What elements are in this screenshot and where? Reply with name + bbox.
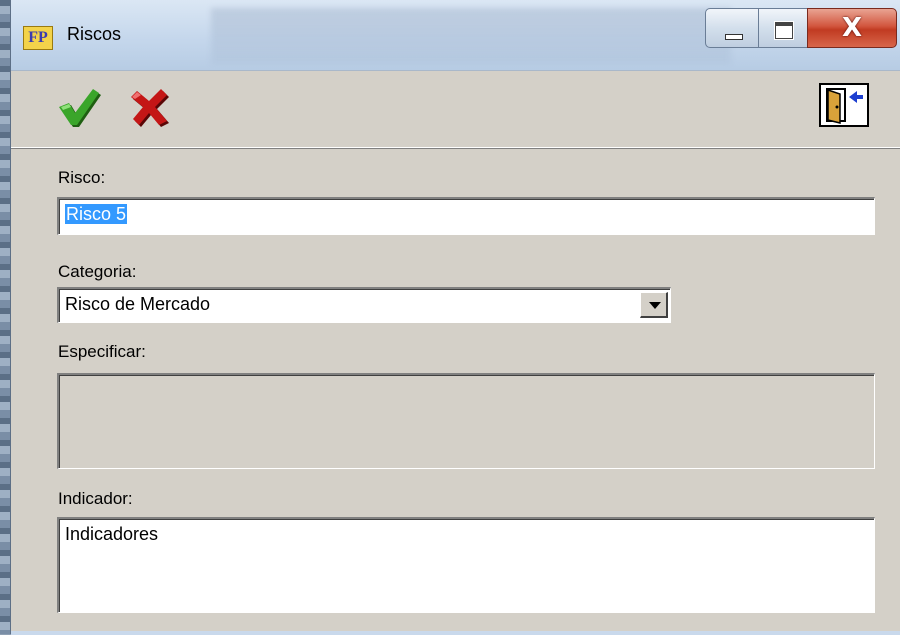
- exit-door-icon: [826, 88, 863, 124]
- riscos-window: FP Riscos X Risco: Risco 5 Categoria: Ri…: [10, 0, 900, 635]
- window-bottom-border: [11, 631, 900, 635]
- cancel-button[interactable]: [129, 85, 175, 131]
- exit-button[interactable]: [819, 83, 869, 127]
- window-title: Riscos: [67, 24, 122, 44]
- x-mark-icon: [131, 89, 169, 127]
- title-bar[interactable]: FP Riscos X: [11, 0, 900, 70]
- confirm-button[interactable]: [55, 85, 105, 131]
- checkmark-icon: [59, 89, 101, 127]
- close-button[interactable]: X: [807, 8, 897, 48]
- toolbar: [11, 71, 900, 147]
- especificar-label: Especificar:: [58, 342, 146, 361]
- minimize-button[interactable]: [705, 8, 759, 48]
- app-icon-text: FP: [28, 29, 48, 46]
- categoria-select[interactable]: Risco de Mercado: [57, 287, 671, 323]
- especificar-textarea: [57, 373, 875, 469]
- risco-value: Risco 5: [65, 204, 128, 224]
- categoria-label: Categoria:: [58, 262, 137, 281]
- maximize-icon: [775, 22, 793, 39]
- maximize-button[interactable]: [758, 8, 808, 48]
- categoria-value: Risco de Mercado: [65, 294, 211, 314]
- toolbar-separator: [11, 147, 900, 149]
- categoria-dropdown-button[interactable]: [640, 292, 668, 318]
- minimize-icon: [725, 34, 743, 40]
- close-icon: X: [841, 13, 863, 43]
- chevron-down-icon: [649, 302, 661, 309]
- indicador-textarea[interactable]: Indicadores: [57, 517, 875, 613]
- form-client-area: Risco: Risco 5 Categoria: Risco de Merca…: [11, 70, 900, 635]
- app-icon[interactable]: FP: [23, 26, 53, 50]
- title-bar-background: [211, 8, 731, 64]
- indicador-label: Indicador:: [58, 489, 133, 508]
- risco-label: Risco:: [58, 168, 106, 187]
- indicador-value: Indicadores: [65, 524, 159, 544]
- risco-input[interactable]: Risco 5: [57, 197, 875, 235]
